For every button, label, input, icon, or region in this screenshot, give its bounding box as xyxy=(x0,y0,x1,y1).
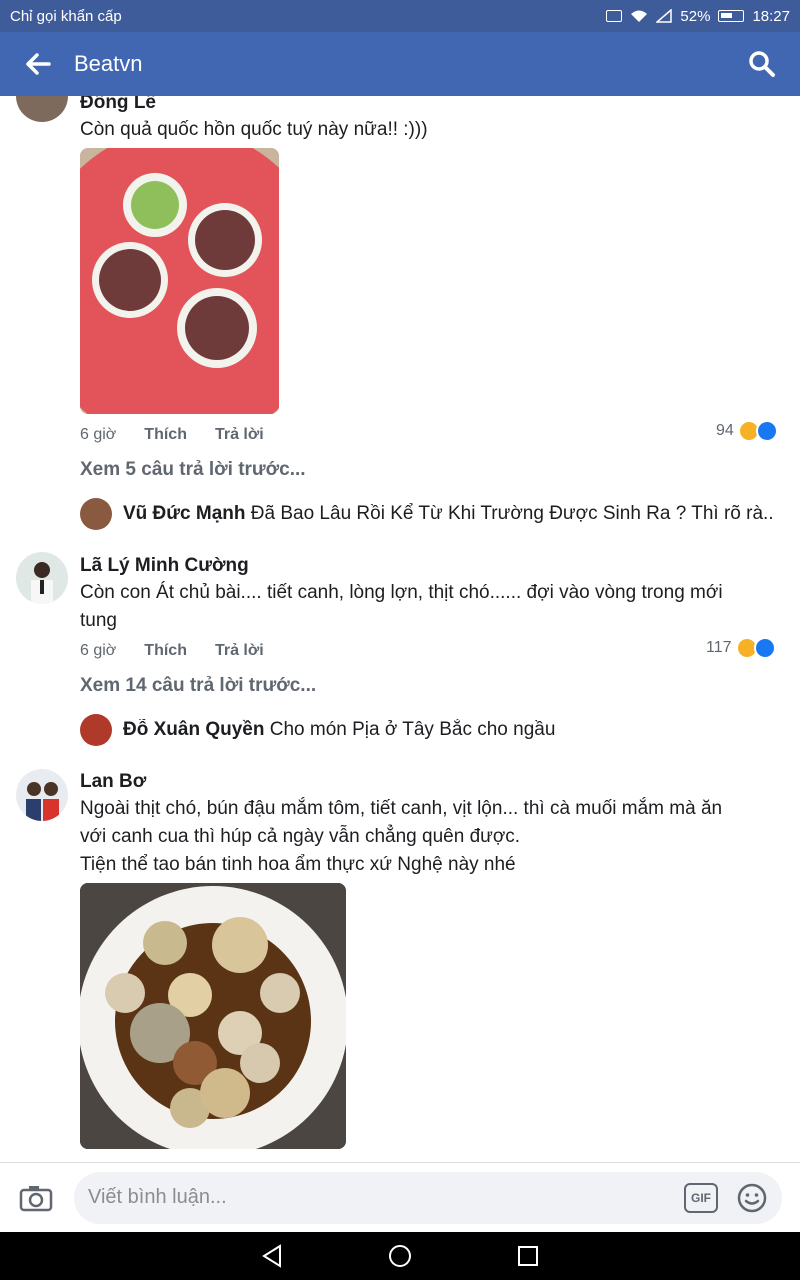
sticker-button[interactable] xyxy=(736,1182,768,1214)
wifi-icon xyxy=(631,10,648,22)
comment-text-line: với canh cua thì húp cả ngày vẫn chẳng q… xyxy=(80,826,521,847)
reply-button[interactable]: Trả lời xyxy=(215,642,264,660)
reaction-count: 117 xyxy=(706,639,732,656)
reply-text: Cho món Pịa ở Tây Bắc cho ngầu xyxy=(269,719,556,740)
avatar[interactable] xyxy=(16,552,68,604)
nav-home-button[interactable] xyxy=(386,1242,414,1270)
status-bar: Chỉ gọi khẩn cấp 52% 18:27 xyxy=(0,0,800,32)
nav-recents-button[interactable] xyxy=(514,1242,542,1270)
carrier-text: Chỉ gọi khẩn cấp xyxy=(10,7,122,25)
app-bar: Beatvn xyxy=(0,32,800,96)
comment-time: 6 giờ xyxy=(80,642,117,659)
page-title: Beatvn xyxy=(74,51,143,76)
search-icon xyxy=(749,51,775,77)
search-button[interactable] xyxy=(744,46,780,82)
reply-button[interactable]: Trả lời xyxy=(215,426,264,444)
avatar[interactable] xyxy=(80,714,112,746)
comment-text-line: tung xyxy=(80,610,117,631)
reaction-count: 94 xyxy=(716,422,734,439)
food-image xyxy=(80,883,346,1149)
reply-preview[interactable]: Đỗ Xuân Quyền Cho món Pịa ở Tây Bắc cho … xyxy=(123,719,773,741)
gif-button[interactable]: GIF xyxy=(684,1182,718,1213)
reply-text: Đã Bao Lâu Rồi Kể Từ Khi Trường Được Sin… xyxy=(250,503,773,524)
comment-meta: 6 giờ Thích Trả lời xyxy=(80,642,264,660)
food-image xyxy=(80,148,279,414)
reaction-summary[interactable]: 117 xyxy=(706,637,776,659)
view-more-replies[interactable]: Xem 14 câu trả lời trước... xyxy=(80,675,316,697)
square-recents-icon xyxy=(518,1246,538,1266)
nav-back-button[interactable] xyxy=(258,1242,286,1270)
back-button[interactable] xyxy=(20,46,56,82)
avatar[interactable] xyxy=(16,96,68,122)
signal-icon xyxy=(656,9,673,23)
triangle-back-icon xyxy=(262,1244,281,1268)
back-arrow-icon xyxy=(26,53,51,75)
reply-author[interactable]: Đỗ Xuân Quyền xyxy=(123,719,264,740)
smiley-icon xyxy=(737,1183,767,1212)
like-button[interactable]: Thích xyxy=(144,642,187,660)
system-nav-bar xyxy=(0,1232,800,1280)
reply-author[interactable]: Vũ Đức Mạnh xyxy=(123,503,246,524)
battery-icon xyxy=(718,10,745,22)
comment-input[interactable] xyxy=(88,1186,684,1209)
comment-photo[interactable] xyxy=(80,883,346,1149)
comment-text: Còn quả quốc hồn quốc tuý này nữa!! :))) xyxy=(80,119,428,140)
comment-composer: GIF xyxy=(0,1162,800,1232)
like-icon xyxy=(753,637,776,659)
like-icon xyxy=(755,420,778,442)
comment-author[interactable]: Lan Bơ xyxy=(80,771,146,793)
clock: 18:27 xyxy=(752,7,790,25)
comment-input-box[interactable]: GIF xyxy=(74,1171,782,1224)
vibrate-icon xyxy=(606,10,623,22)
avatar[interactable] xyxy=(16,769,68,821)
camera-button[interactable] xyxy=(16,1178,56,1218)
comment-text-line: Còn con Át chủ bài.... tiết canh, lòng l… xyxy=(80,582,723,603)
avatar[interactable] xyxy=(80,498,112,530)
like-button[interactable]: Thích xyxy=(144,426,187,444)
comment-author[interactable]: Lã Lý Minh Cường xyxy=(80,555,249,577)
comment-time: 6 giờ xyxy=(80,426,117,443)
comment-meta: 6 giờ Thích Trả lời xyxy=(80,426,264,444)
reply-preview[interactable]: Vũ Đức Mạnh Đã Bao Lâu Rồi Kể Từ Khi Trư… xyxy=(123,503,773,525)
comment-photo[interactable] xyxy=(80,148,279,414)
battery-percent: 52% xyxy=(680,7,711,25)
reaction-summary[interactable]: 94 xyxy=(716,420,778,442)
comment-text-line: Ngoài thịt chó, bún đậu mắm tôm, tiết ca… xyxy=(80,798,723,819)
circle-home-icon xyxy=(389,1245,411,1267)
comment-thread[interactable]: Đông Lê Còn quả quốc hồn quốc tuý này nữ… xyxy=(0,96,800,1162)
camera-icon xyxy=(19,1185,53,1211)
comment-author[interactable]: Đông Lê xyxy=(80,96,156,114)
comment-text-line: Tiện thể tao bán tinh hoa ẩm thực xứ Ngh… xyxy=(80,854,516,875)
view-more-replies[interactable]: Xem 5 câu trả lời trước... xyxy=(80,459,306,481)
